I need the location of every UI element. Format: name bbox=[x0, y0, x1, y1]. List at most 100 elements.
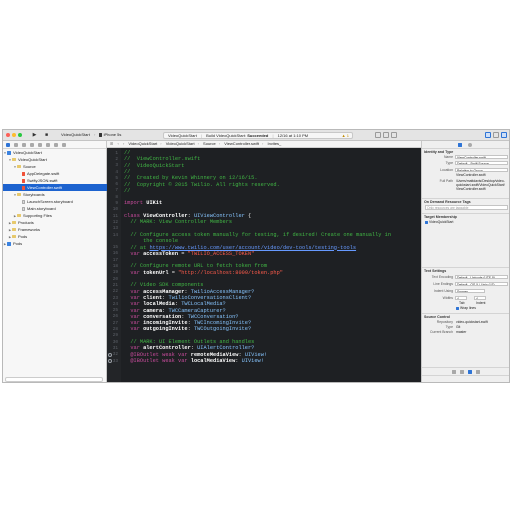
identity-header: Identity and Type bbox=[424, 150, 454, 154]
location-select[interactable]: Relative to Group bbox=[455, 167, 508, 172]
navigator-filter-field[interactable] bbox=[5, 377, 103, 382]
issue-tab-icon[interactable] bbox=[30, 142, 34, 147]
minimize-window-button[interactable] bbox=[12, 133, 16, 137]
code-token: // Video SDK components bbox=[124, 282, 204, 289]
object-library-icon[interactable] bbox=[468, 369, 472, 374]
media-library-icon[interactable] bbox=[476, 369, 480, 374]
run-button[interactable]: ▶ bbox=[31, 132, 38, 138]
nav-item-pods-project[interactable]: ▶ Pods bbox=[3, 240, 106, 247]
code-token: localMedia bbox=[143, 301, 175, 308]
zoom-window-button[interactable] bbox=[18, 133, 22, 137]
quick-help-tab-icon[interactable] bbox=[468, 142, 472, 147]
search-tab-icon[interactable] bbox=[22, 142, 26, 147]
warning-icon: ▲ bbox=[341, 132, 346, 138]
folder-icon bbox=[12, 235, 16, 239]
line-number: 6 bbox=[115, 182, 118, 188]
indent-width-field[interactable]: 4 bbox=[474, 295, 486, 300]
code-token: // MARK: View Controller Members bbox=[124, 219, 233, 226]
code-token: = bbox=[168, 269, 179, 276]
jump-item[interactable]: Source bbox=[203, 141, 216, 146]
jump-item[interactable]: Invites_ bbox=[268, 141, 282, 146]
ondemand-header: On Demand Resource Tags bbox=[424, 200, 471, 204]
fullpath-value: /Users/mattdavis/Desktop/video-quickstar… bbox=[456, 179, 505, 191]
test-tab-icon[interactable] bbox=[38, 142, 42, 147]
ondemand-tags-field[interactable]: Only resources are taggable bbox=[425, 205, 508, 210]
jump-item[interactable]: ViewController.swift bbox=[224, 141, 259, 146]
toggle-debug-area-button[interactable] bbox=[493, 132, 499, 138]
code-token: // Configure access token manually for t… bbox=[124, 231, 392, 238]
code-token: localMediaView bbox=[190, 357, 236, 364]
assistant-editor-button[interactable] bbox=[383, 132, 389, 138]
code-token: UIViewController bbox=[193, 213, 245, 219]
checkbox-checked-icon bbox=[456, 306, 459, 310]
line-number: 30 bbox=[112, 339, 118, 345]
wrap-lines-row[interactable]: Wrap lines bbox=[456, 306, 476, 310]
debug-tab-icon[interactable] bbox=[46, 142, 50, 147]
line-number: 13 bbox=[112, 226, 118, 232]
symbol-tab-icon[interactable] bbox=[14, 142, 18, 147]
inspector-tabs bbox=[422, 141, 509, 149]
code-token: "http://localhost:8000/token.php" bbox=[178, 269, 283, 276]
tab-width-field[interactable]: 4 bbox=[455, 295, 467, 300]
code-token: // MARK: UI Element Outlets and handles bbox=[124, 339, 255, 345]
type-select[interactable]: Default - Swift Source bbox=[455, 160, 508, 165]
line-number: 4 bbox=[115, 169, 118, 175]
code-token: TWCIncomingInvite? bbox=[193, 320, 252, 327]
version-editor-button[interactable] bbox=[391, 132, 397, 138]
encoding-select[interactable]: Default - Unicode (UTF-8) bbox=[455, 274, 508, 279]
nav-item-supporting-files[interactable]: ▶ Supporting Files bbox=[3, 212, 116, 219]
toggle-navigator-button[interactable] bbox=[485, 132, 491, 138]
line-number: 25 bbox=[112, 308, 118, 314]
membership-row[interactable]: VideoQuickStart bbox=[425, 220, 453, 224]
code-token: TWCCameraCapturer? bbox=[168, 307, 226, 314]
nav-item-storyboards[interactable]: ▼ Storyboards bbox=[3, 191, 116, 198]
warning-badge[interactable]: ▲ 1 bbox=[342, 133, 349, 138]
breakpoint-tab-icon[interactable] bbox=[54, 142, 58, 147]
code-token: UIView! bbox=[244, 351, 268, 358]
forward-arrow-icon[interactable]: › bbox=[123, 141, 124, 146]
nav-item-group[interactable]: ▼ VideoQuickStart bbox=[3, 156, 111, 163]
lineendings-select[interactable]: Default - OS X / Unix (LF) bbox=[455, 281, 508, 286]
code-token: // bbox=[124, 150, 131, 156]
line-number: 2 bbox=[115, 156, 118, 162]
nav-item-products[interactable]: ▶ Products bbox=[3, 219, 111, 226]
folder-tab-icon[interactable] bbox=[6, 142, 10, 147]
source-editor[interactable]: 1 // 2 // ViewController.swift 3 // VideoQuic… bbox=[107, 148, 421, 382]
code-token: class bbox=[124, 213, 144, 219]
textsettings-header: Text Settings bbox=[424, 269, 447, 273]
nav-item-frameworks[interactable]: ▶ Frameworks bbox=[3, 226, 111, 233]
name-field[interactable]: ViewController.swift bbox=[455, 154, 508, 159]
scheme-device: iPhone 5s bbox=[103, 132, 122, 137]
code-token: TWCOutgoingInvite? bbox=[193, 326, 252, 333]
swift-file-icon bbox=[22, 178, 25, 183]
jump-item[interactable]: VideoQuickStart bbox=[128, 141, 157, 146]
file-template-library-icon[interactable] bbox=[452, 369, 456, 374]
indent-select[interactable]: Spaces bbox=[455, 288, 485, 293]
file-inspector-tab-icon[interactable] bbox=[458, 142, 462, 147]
jump-item[interactable]: VideoQuickStart bbox=[166, 141, 195, 146]
toggle-inspector-button[interactable] bbox=[501, 132, 507, 138]
code-snippet-library-icon[interactable] bbox=[460, 369, 464, 374]
outlet-connection-icon[interactable] bbox=[108, 352, 112, 357]
back-arrow-icon[interactable]: ‹ bbox=[117, 141, 118, 146]
folder-icon bbox=[12, 158, 16, 162]
encoding-label: Text Encoding bbox=[431, 275, 453, 279]
line-number: 20 bbox=[112, 276, 118, 282]
code-token: var bbox=[124, 320, 144, 327]
scheme-selector[interactable]: VideoQuickStart › iPhone 5s bbox=[61, 132, 121, 138]
nav-item-pods-group[interactable]: ▶ Pods bbox=[3, 233, 111, 240]
standard-editor-button[interactable] bbox=[375, 132, 381, 138]
stop-button[interactable]: ■ bbox=[43, 132, 50, 138]
nav-item-source[interactable]: ▼ Source bbox=[3, 163, 116, 170]
code-token: var bbox=[124, 288, 144, 295]
related-items-icon[interactable]: ⊞ bbox=[110, 141, 113, 146]
line-number: 3 bbox=[115, 163, 118, 169]
close-window-button[interactable] bbox=[6, 133, 10, 137]
nav-item-label: Pods bbox=[18, 234, 28, 239]
scheme-target: VideoQuickStart bbox=[61, 132, 90, 137]
report-tab-icon[interactable] bbox=[62, 142, 66, 147]
line-number: 29 bbox=[112, 333, 118, 339]
warning-count: 1 bbox=[346, 132, 349, 138]
nav-item-label: Supporting Files bbox=[23, 213, 52, 218]
nav-item-project[interactable]: ▼ VideoQuickStart bbox=[3, 149, 106, 156]
